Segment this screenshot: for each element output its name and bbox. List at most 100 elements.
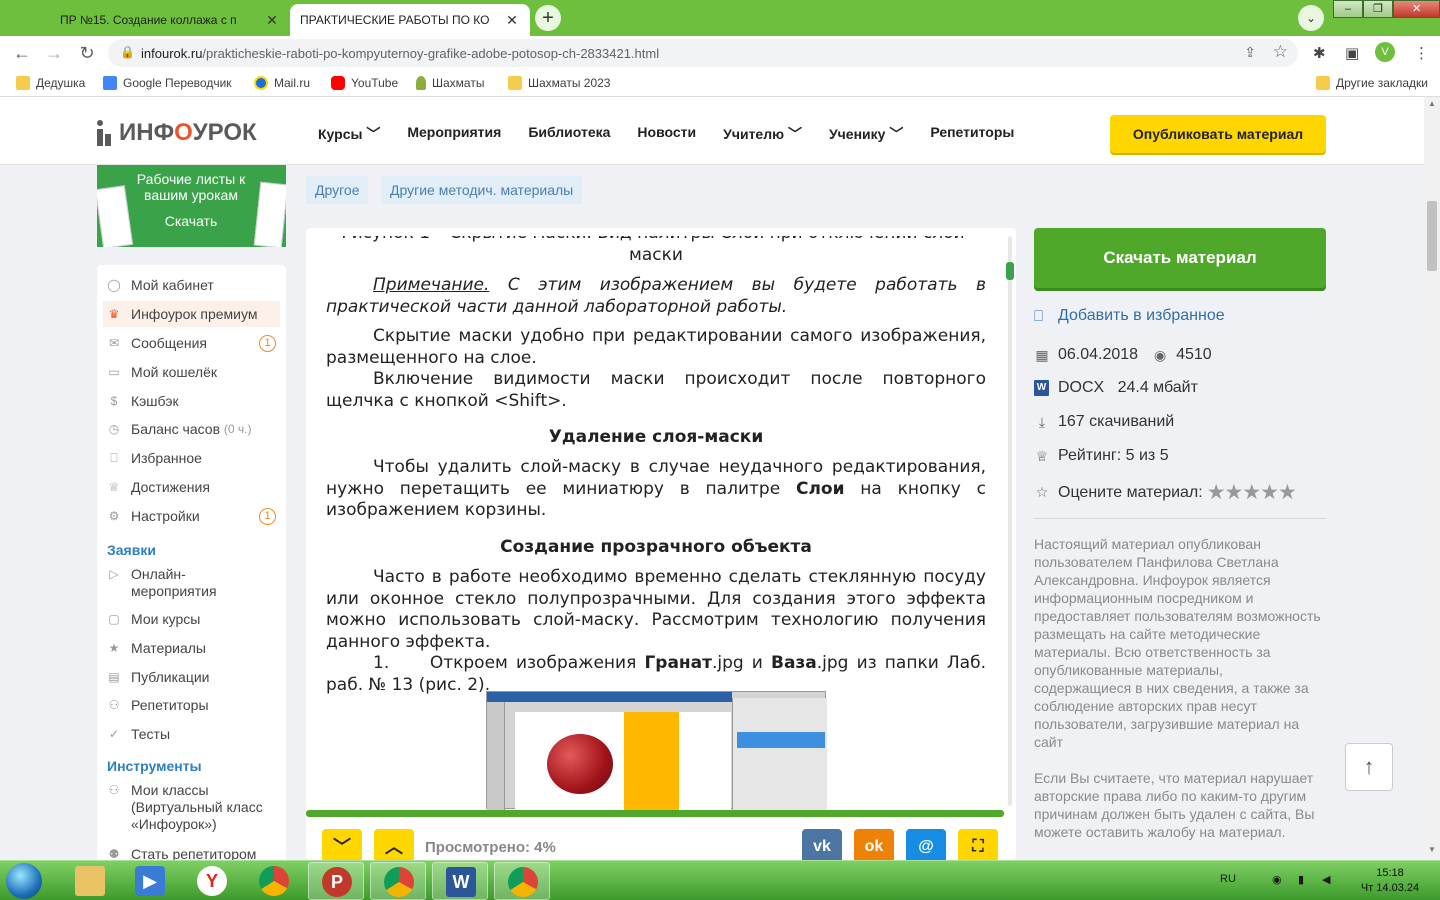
gear-icon: ⚙ <box>108 509 120 523</box>
sidebar-item-premium[interactable]: ♛ Инфоурок премиум <box>103 301 280 327</box>
close-icon[interactable]: ✕ <box>504 12 520 29</box>
tutor-icon: ⚉ <box>108 847 120 860</box>
bookmark-chess[interactable]: Шахматы <box>416 76 484 90</box>
bookmark-chess-2023[interactable]: Шахматы 2023 <box>508 76 610 90</box>
document-scrollbar[interactable] <box>1004 236 1016 806</box>
bookmark-star-icon[interactable]: ☆ <box>1273 42 1288 62</box>
menu-icon[interactable]: ⋮ <box>1414 44 1429 62</box>
document-scroll-thumb[interactable] <box>1006 262 1014 280</box>
sidebar-item-achievements[interactable]: ♕ Достижения <box>103 474 280 500</box>
tab-pinned[interactable] <box>8 4 48 36</box>
nav-tutors[interactable]: Репетиторы <box>930 124 1014 144</box>
rating-stars[interactable]: ★★★★★ <box>1207 480 1297 505</box>
profile-avatar[interactable]: V <box>1375 42 1395 62</box>
chrome-profile-taskbar-icon[interactable] <box>494 862 550 900</box>
sidebar-item-become-tutor[interactable]: ⚉ Стать репетитором <box>107 846 277 860</box>
tag-other-materials[interactable]: Другие методич. материалы <box>381 176 583 204</box>
sidebar-item-cabinet[interactable]: ◯ Мой кабинет <box>103 272 280 298</box>
word-taskbar-icon[interactable]: W <box>432 862 488 900</box>
lock-icon[interactable]: 🔒 <box>120 45 135 59</box>
fullscreen-icon[interactable]: ⛶ <box>958 829 998 860</box>
sidebar-item-materials[interactable]: ★ Материалы <box>107 640 277 657</box>
new-tab-button[interactable]: + <box>535 5 561 31</box>
nav-students[interactable]: Ученику ﹀ <box>829 124 903 144</box>
tab-practical-works[interactable]: ПРАКТИЧЕСКИЕ РАБОТЫ ПО КО ✕ <box>290 4 530 36</box>
chevron-down-icon: ﹀ <box>366 126 381 142</box>
scroll-up-arrow-icon[interactable]: ▲ <box>1424 99 1440 113</box>
odnoklassniki-icon[interactable]: ok <box>854 829 894 860</box>
page-scrollbar[interactable]: ▲ ▼ <box>1424 97 1440 860</box>
sidebar-item-messages[interactable]: ✉ Сообщения 1 <box>103 330 280 356</box>
infourok-logo[interactable]: ИНФ О УРОК <box>97 119 257 147</box>
site-header: ИНФ О УРОК Курсы ﹀ Мероприятия Библиотека … <box>0 97 1424 165</box>
next-page-button[interactable]: ﹀ <box>322 829 362 860</box>
sidebar-item-my-courses[interactable]: ▢ Мои курсы <box>107 611 277 628</box>
bookmark-mailru[interactable]: Mail.ru <box>254 76 310 90</box>
network-tray-icon[interactable]: ◉ <box>1272 873 1282 886</box>
bookmark-google-translate[interactable]: Google Переводчик <box>103 76 232 90</box>
google-translate-icon <box>103 76 117 90</box>
sidebar-item-my-classes[interactable]: ⚇ Мои классы (Виртуальный класс «Инфоурок… <box>107 782 277 833</box>
nav-teachers[interactable]: Учителю ﹀ <box>723 124 802 144</box>
add-to-favorites-link[interactable]: ⎕ Добавить в избранное <box>1034 307 1225 325</box>
extensions-icon[interactable]: ✱ <box>1313 44 1326 62</box>
sidebar-item-publications[interactable]: ▤ Публикации <box>107 669 277 686</box>
mailru-share-icon[interactable]: @ <box>906 829 946 860</box>
tab-collage-lesson[interactable]: ПР №15. Создание коллажа с п ✕ <box>50 4 290 36</box>
chrome-window-taskbar-icon[interactable] <box>370 862 426 900</box>
sidebar-item-tests[interactable]: ✓ Тесты <box>107 726 277 743</box>
close-icon[interactable]: ✕ <box>264 12 280 29</box>
browser-tab-strip: ПР №15. Создание коллажа с п ✕ ПРАКТИЧЕС… <box>0 0 1440 36</box>
address-bar[interactable]: 🔒 infourok.ru/prakticheskie-raboti-po-ko… <box>108 39 1298 67</box>
scroll-to-top-button[interactable]: ↑ <box>1345 743 1393 791</box>
minimize-button[interactable]: – <box>1333 0 1364 18</box>
tab-search-button[interactable]: ⌄ <box>1298 5 1324 31</box>
sidebar-item-tutors[interactable]: ⚇ Репетиторы <box>107 697 277 714</box>
reload-button[interactable]: ↻ <box>75 41 99 65</box>
nav-news[interactable]: Новости <box>637 124 696 144</box>
prev-page-button[interactable]: ︿ <box>374 829 414 860</box>
vk-icon[interactable]: vk <box>802 829 842 860</box>
psiphon-taskbar-icon[interactable]: P <box>308 862 364 900</box>
material-rating: ♕ Рейтинг: 5 из 5 <box>1035 447 1169 464</box>
yandex-browser-taskbar-icon[interactable]: Y <box>184 862 240 900</box>
start-button[interactable] <box>6 863 42 899</box>
nav-courses[interactable]: Курсы ﹀ <box>318 124 380 144</box>
sidebar-item-favorites[interactable]: ⎕ Избранное <box>103 445 280 471</box>
sidebar-item-online-events[interactable]: ▷ Онлайн-мероприятия <box>107 566 277 600</box>
document-viewer: Рисунок 1 – Скрытие маски. Вид палитры С… <box>306 228 1016 860</box>
signal-icon[interactable]: ▮ <box>1298 873 1304 886</box>
promo-download-button[interactable]: Скачать <box>139 213 243 229</box>
volume-icon[interactable]: ◀ <box>1322 873 1330 886</box>
nav-events[interactable]: Мероприятия <box>407 124 501 144</box>
close-window-button[interactable]: ✕ <box>1393 0 1440 18</box>
section-tools: Инструменты <box>107 758 202 774</box>
forward-button[interactable]: → <box>42 41 66 65</box>
explorer-taskbar-icon[interactable] <box>62 862 118 900</box>
bookmark-dedushka[interactable]: Дедушка <box>16 76 85 90</box>
folder-icon <box>1316 76 1330 90</box>
system-clock[interactable]: 15:18 Чт 14.03.24 <box>1350 866 1430 896</box>
tag-other[interactable]: Другое <box>306 176 369 204</box>
scroll-down-arrow-icon[interactable]: ▼ <box>1424 845 1440 859</box>
page-scroll-thumb[interactable] <box>1427 201 1437 271</box>
chrome-taskbar-icon[interactable] <box>246 862 302 900</box>
media-player-taskbar-icon[interactable]: ▶ <box>122 862 178 900</box>
maximize-button[interactable]: ❐ <box>1363 0 1394 18</box>
nav-library[interactable]: Библиотека <box>528 124 610 144</box>
star-outline-icon: ☆ <box>1035 484 1049 500</box>
bookmark-youtube[interactable]: YouTube <box>331 76 398 90</box>
wallet-icon: ▭ <box>108 365 120 379</box>
worksheets-promo-banner[interactable]: Рабочие листы к вашим урокам Скачать <box>97 165 286 247</box>
back-button[interactable]: ← <box>10 41 34 65</box>
other-bookmarks[interactable]: Другие закладки <box>1316 76 1428 90</box>
download-material-button[interactable]: Скачать материал <box>1034 228 1326 288</box>
language-indicator[interactable]: RU <box>1220 873 1236 885</box>
publish-material-button[interactable]: Опубликовать материал <box>1110 115 1326 153</box>
share-icon[interactable]: ⇪ <box>1244 44 1256 61</box>
side-panel-icon[interactable]: ▣ <box>1345 44 1359 62</box>
sidebar-item-hours[interactable]: ◷ Баланс часов (0 ч.) <box>103 416 280 442</box>
sidebar-item-wallet[interactable]: ▭ Мой кошелёк <box>103 359 280 385</box>
sidebar-item-settings[interactable]: ⚙ Настройки 1 <box>103 503 280 529</box>
sidebar-item-cashback[interactable]: $ Кэшбэк <box>103 388 280 414</box>
